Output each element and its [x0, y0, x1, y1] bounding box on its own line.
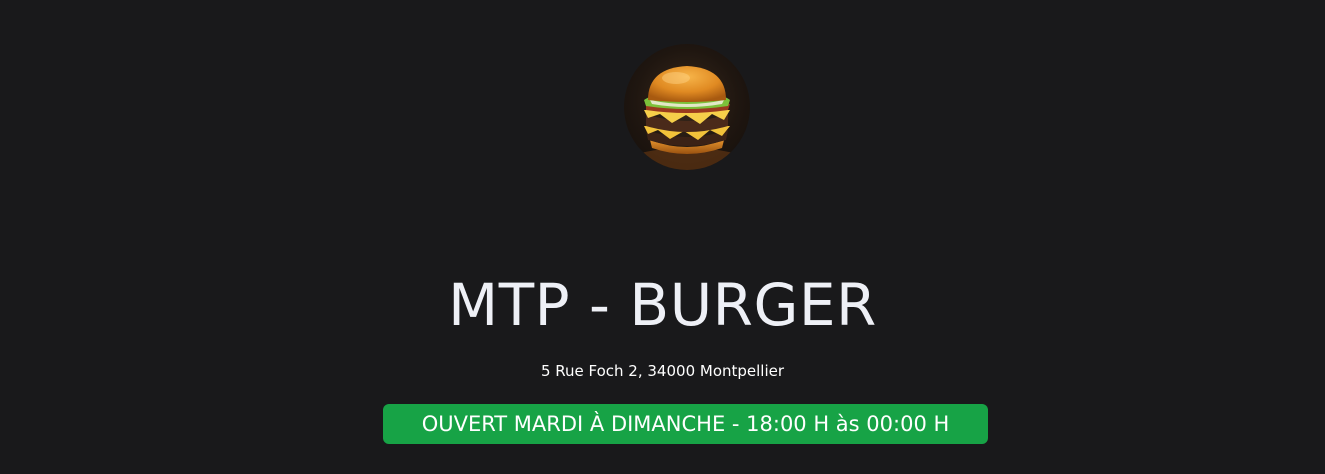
page: MTP - BURGER 5 Rue Foch 2, 34000 Montpel… — [0, 0, 1325, 474]
restaurant-address: 5 Rue Foch 2, 34000 Montpellier — [540, 362, 785, 380]
burger-logo-icon — [624, 44, 750, 170]
opening-hours-badge: OUVERT MARDI À DIMANCHE - 18:00 H às 00:… — [383, 404, 988, 444]
restaurant-name: MTP - BURGER — [448, 270, 877, 339]
